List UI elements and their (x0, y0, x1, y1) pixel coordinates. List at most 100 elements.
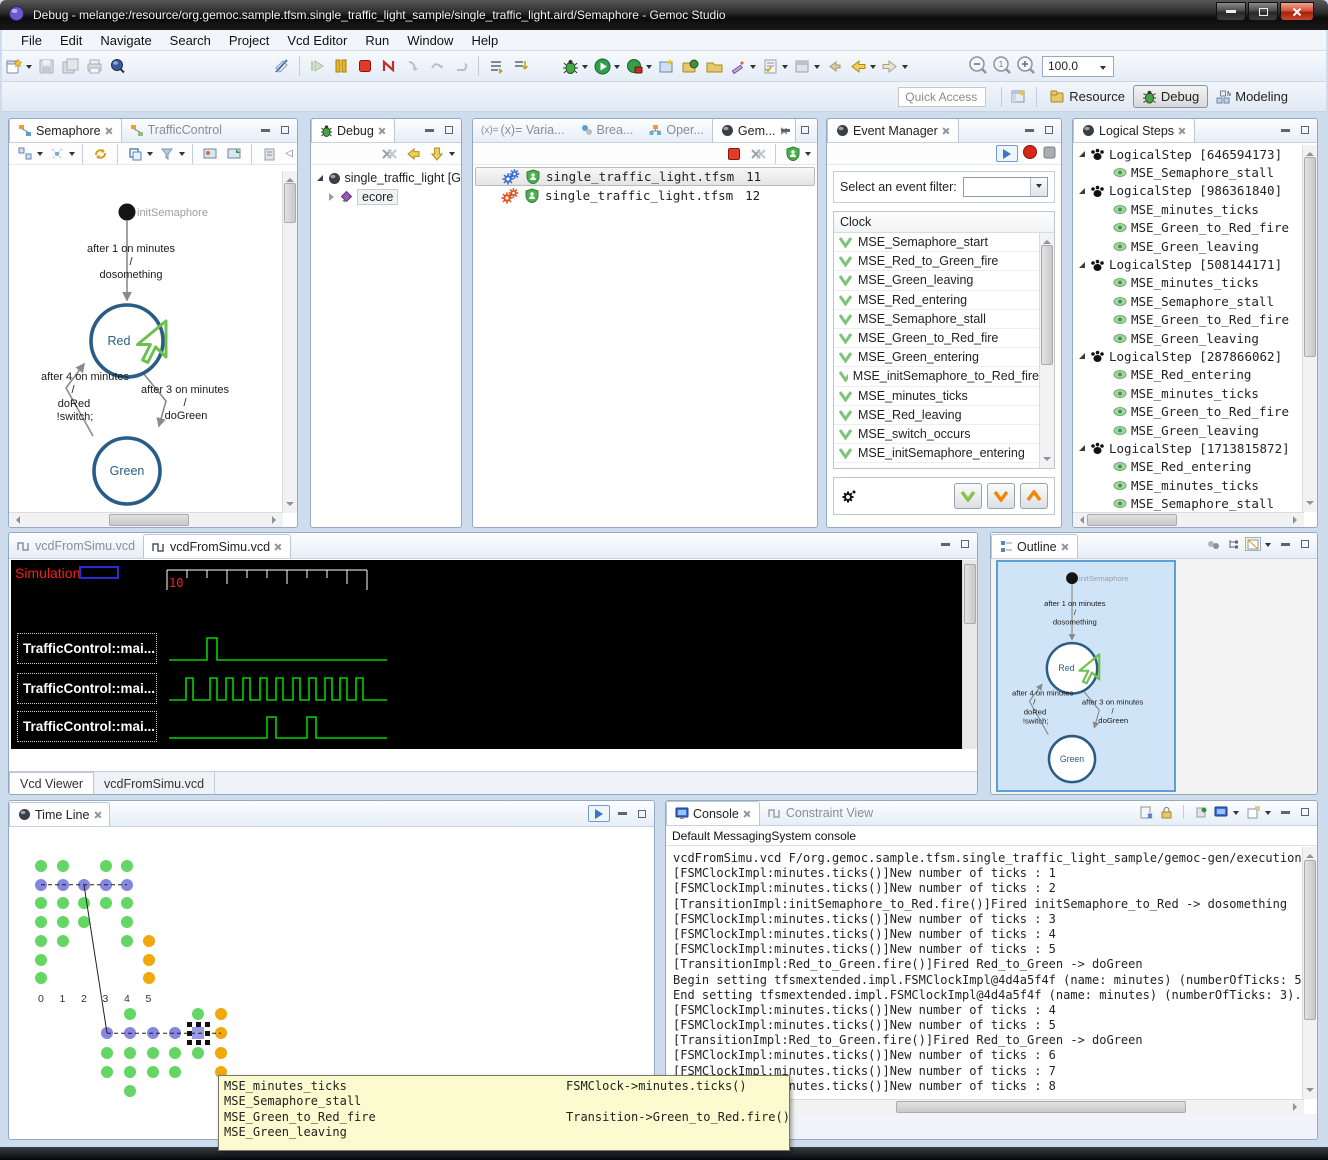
mse-event-row[interactable]: MSE_Semaphore_stall (1073, 163, 1302, 181)
menu-file[interactable]: File (12, 31, 51, 50)
allow-clock-button[interactable] (954, 483, 982, 509)
show-instructions-icon[interactable] (485, 55, 507, 77)
logical-step-row[interactable]: LogicalStep [508144171] (1073, 255, 1302, 273)
layout-dropdown-icon[interactable] (37, 152, 43, 159)
timeline-step-dot[interactable] (124, 1085, 136, 1097)
timeline-step-dot[interactable] (57, 897, 69, 909)
vcd-waveform-area[interactable]: Simulation 10 TrafficControl::mai...Traf… (11, 560, 965, 749)
back-icon[interactable] (847, 55, 869, 77)
diagram-canvas[interactable]: initSemaphore after 1 on minutes/dosomet… (9, 171, 282, 513)
view-menu-icon[interactable] (449, 152, 455, 159)
clear-console-icon[interactable] (1138, 805, 1154, 819)
new-wizard-icon[interactable] (3, 55, 25, 77)
expanded-icon[interactable] (317, 175, 323, 181)
mse-event-row[interactable]: MSE_Semaphore_stall (1073, 494, 1302, 512)
expanded-icon[interactable] (1079, 445, 1085, 451)
logical-step-row[interactable]: LogicalStep [1713815872] (1073, 439, 1302, 457)
export-diagram-icon[interactable] (223, 143, 245, 165)
close-icon[interactable] (743, 810, 751, 818)
debug-tree-root[interactable]: single_traffic_light [G (311, 169, 461, 187)
clock-row[interactable]: MSE_Red_leaving (834, 406, 1039, 425)
selection-handle[interactable] (187, 1022, 192, 1027)
run-external-icon[interactable] (623, 55, 645, 77)
checklist-icon[interactable] (759, 55, 781, 77)
collapsed-icon[interactable] (329, 193, 334, 201)
clock-row[interactable]: MSE_initSemaphore_entering (834, 444, 1039, 463)
timeline-step-dot[interactable] (169, 1027, 181, 1039)
timeline-step-dot[interactable] (147, 1066, 159, 1078)
open-console-dropdown-icon[interactable] (1265, 811, 1271, 818)
maximize-panel-icon[interactable] (277, 123, 293, 137)
minimize-panel-icon[interactable] (1277, 537, 1293, 551)
timeline-step-dot[interactable] (215, 1008, 227, 1020)
zoom-original-icon[interactable]: 1 (991, 55, 1013, 77)
mse-event-row[interactable]: MSE_minutes_ticks (1073, 476, 1302, 494)
timeline-step-dot[interactable] (35, 972, 47, 984)
clock-row[interactable]: MSE_Red_to_Green_fire (834, 252, 1039, 271)
vcd-vscrollbar[interactable] (962, 560, 977, 749)
timeline-step-dot[interactable] (57, 879, 69, 891)
clock-row[interactable]: MSE_initSemaphore_to_Red_fire (834, 367, 1039, 386)
timeline-step-dot[interactable] (215, 1027, 227, 1039)
timeline-step-dot[interactable] (121, 935, 133, 947)
close-icon[interactable] (105, 127, 113, 135)
outline-thumbnail-icon[interactable] (1245, 537, 1261, 551)
layout-icon[interactable] (14, 143, 36, 165)
align-icon[interactable] (46, 143, 68, 165)
selection-handle[interactable] (187, 1040, 192, 1045)
timeline-step-dot[interactable] (57, 935, 69, 947)
checklist-dropdown-icon[interactable] (782, 65, 788, 72)
open-folder-icon[interactable] (703, 55, 725, 77)
skip-breakpoints-icon[interactable] (271, 55, 293, 77)
refresh-icon[interactable] (89, 143, 111, 165)
close-icon[interactable] (1178, 127, 1186, 135)
stop-icon[interactable] (354, 55, 376, 77)
open-console-icon[interactable] (1245, 805, 1261, 819)
save-events-button[interactable] (1042, 145, 1057, 163)
timeline-step-dot[interactable] (192, 1047, 204, 1059)
signal-label[interactable]: TrafficControl::mai... (17, 673, 157, 704)
mse-event-row[interactable]: MSE_minutes_ticks (1073, 274, 1302, 292)
package-dropdown-icon[interactable] (814, 65, 820, 72)
selection-handle[interactable] (205, 1040, 210, 1045)
signal-label[interactable]: TrafficControl::mai... (17, 633, 157, 664)
selection-handle[interactable] (205, 1022, 210, 1027)
tab-breakpoints[interactable]: Brea... (573, 118, 642, 142)
step-back-icon[interactable] (402, 143, 424, 165)
annotate-icon[interactable] (727, 55, 749, 77)
perspective-debug[interactable]: Debug (1133, 85, 1208, 108)
timeline-step-dot[interactable] (35, 935, 47, 947)
steps-vscrollbar[interactable] (1302, 145, 1317, 512)
timeline-step-dot[interactable] (124, 1027, 136, 1039)
mse-event-row[interactable]: MSE_Red_entering (1073, 366, 1302, 384)
timeline-step-dot[interactable] (78, 916, 90, 928)
pin-icon[interactable] (258, 143, 280, 165)
zoom-out-icon[interactable] (967, 55, 989, 77)
timeline-step-dot[interactable] (78, 897, 90, 909)
pin-console-icon[interactable] (1193, 805, 1209, 819)
play-events-button[interactable] (996, 145, 1018, 162)
forward-icon[interactable] (879, 55, 901, 77)
forward-dropdown-icon[interactable] (902, 65, 908, 72)
timeline-step-dot[interactable] (169, 1066, 181, 1078)
engine-shield-icon[interactable] (782, 143, 804, 165)
maximize-panel-icon[interactable] (1297, 123, 1313, 137)
clock-row[interactable]: MSE_minutes_ticks (834, 387, 1039, 406)
timeline-step-dot[interactable] (57, 860, 69, 872)
selection-handle[interactable] (205, 1031, 210, 1036)
expanded-icon[interactable] (1079, 188, 1085, 194)
expanded-icon[interactable] (1079, 262, 1085, 268)
tab-event-manager[interactable]: Event Manager (827, 118, 959, 142)
mse-event-row[interactable]: MSE_Green_leaving (1073, 237, 1302, 255)
expanded-icon[interactable] (1079, 353, 1085, 359)
tab-logical-steps[interactable]: Logical Steps (1073, 118, 1195, 142)
pause-icon[interactable] (330, 55, 352, 77)
timeline-step-dot[interactable] (192, 1008, 204, 1020)
back-annotation-icon[interactable] (823, 55, 845, 77)
clock-vscrollbar[interactable] (1039, 233, 1054, 468)
perspective-modeling[interactable]: MModeling (1208, 86, 1296, 107)
open-perspective-icon[interactable] (679, 55, 701, 77)
maximize-panel-icon[interactable] (1297, 537, 1313, 551)
resume-icon[interactable] (306, 55, 328, 77)
menu-vcd-editor[interactable]: Vcd Editor (278, 31, 356, 50)
